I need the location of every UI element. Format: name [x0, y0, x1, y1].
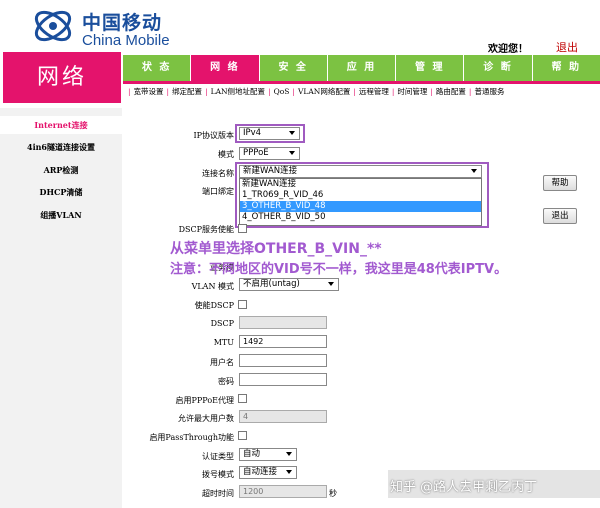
subnav-binding[interactable]: 绑定配置 — [172, 87, 202, 96]
dscp-label: DSCP — [210, 319, 234, 328]
passthrough-label: 启用PassThrough功能 — [149, 433, 234, 442]
dscp-service-checkbox[interactable] — [238, 224, 247, 233]
dial-mode-value: 自动连接 — [243, 467, 278, 477]
mtu-input[interactable]: 1492 — [239, 335, 327, 348]
annotation-line-2: 注意：不同地区的VID号不一样，我这里是48代表IPTV。 — [170, 262, 508, 277]
chevron-down-icon — [328, 282, 334, 286]
chevron-down-icon — [471, 169, 477, 173]
subnav-time[interactable]: 时间管理 — [397, 87, 427, 96]
dscp-service-label: DSCP服务使能 — [178, 225, 234, 234]
tab-management[interactable]: 管 理 — [396, 55, 465, 81]
vlan-mode-select[interactable]: 不启用(untag) — [239, 278, 339, 291]
help-button[interactable]: 帮助 — [543, 175, 577, 191]
subnav-broadband[interactable]: 宽带设置 — [134, 87, 164, 96]
annotation-line-1: 从菜单里选择OTHER_B_VIN_** — [170, 241, 382, 257]
conn-name-dropdown-list: 新建WAN连接 1_TR069_R_VID_46 3_OTHER_B_VID_4… — [239, 178, 482, 226]
main-nav: 状 态 网 络 安 全 应 用 管 理 诊 断 帮 助 — [123, 55, 600, 81]
chevron-down-icon — [289, 131, 295, 135]
port-bind-label: 端口绑定 — [202, 187, 234, 196]
subnav-lan-address[interactable]: LAN侧地址配置 — [211, 87, 265, 96]
timeout-unit: 秒 — [329, 489, 337, 498]
sidebar-item-4in6[interactable]: 4in6隧道连接设置 — [0, 139, 122, 155]
enable-dscp-checkbox[interactable] — [238, 300, 247, 309]
max-users-label: 允许最大用户数 — [178, 414, 234, 423]
conn-name-select[interactable]: 新建WAN连接 — [239, 165, 482, 178]
pppoe-proxy-label: 启用PPPoE代理 — [175, 396, 234, 405]
password-input[interactable] — [239, 373, 327, 386]
ip-version-select[interactable]: IPv4 — [239, 127, 300, 140]
max-users-input[interactable]: 4 — [239, 410, 327, 423]
auth-type-select[interactable]: 自动 — [239, 448, 297, 461]
subnav-remote[interactable]: 远程管理 — [359, 87, 389, 96]
tab-status[interactable]: 状 态 — [123, 55, 192, 81]
sidebar-item-multicast-vlan[interactable]: 组播VLAN — [0, 207, 122, 223]
dropdown-option-selected[interactable]: 3_OTHER_B_VID_48 — [240, 201, 481, 212]
timeout-input[interactable]: 1200 — [239, 485, 327, 498]
chevron-down-icon — [289, 151, 295, 155]
page-title: 网络 — [3, 52, 121, 103]
dropdown-option[interactable]: 1_TR069_R_VID_46 — [240, 190, 481, 201]
sidebar: Internet连接 4in6隧道连接设置 ARP检测 DHCP清储 组播VLA… — [0, 108, 122, 508]
ip-version-value: IPv4 — [243, 128, 262, 138]
auth-type-value: 自动 — [243, 449, 261, 459]
mode-value: PPPoE — [243, 148, 269, 158]
conn-name-label: 连接名称 — [202, 169, 234, 178]
chevron-down-icon — [286, 470, 292, 474]
pppoe-proxy-checkbox[interactable] — [238, 394, 247, 403]
sidebar-item-dhcp[interactable]: DHCP清储 — [0, 184, 122, 200]
nav-underline — [123, 81, 600, 84]
logout-link[interactable]: 退出 — [556, 39, 578, 55]
exit-button[interactable]: 退出 — [543, 208, 577, 224]
vlan-mode-label: VLAN 模式 — [191, 282, 234, 291]
auth-type-label: 认证类型 — [202, 452, 234, 461]
sidebar-item-internet[interactable]: Internet连接 — [0, 116, 122, 134]
vlan-mode-value: 不启用(untag) — [243, 279, 300, 289]
china-mobile-logo-icon — [34, 10, 72, 42]
mode-label: 模式 — [218, 150, 234, 159]
dropdown-option[interactable]: 4_OTHER_B_VID_50 — [240, 212, 481, 223]
dropdown-option[interactable]: 新建WAN连接 — [240, 179, 481, 190]
sub-nav: | 宽带设置 | 绑定配置 | LAN侧地址配置 | QoS | VLAN网络配置 | 远程管理 | 时间… — [128, 87, 505, 96]
mtu-label: MTU — [213, 338, 234, 347]
tab-diagnosis[interactable]: 诊 断 — [464, 55, 533, 81]
tab-network[interactable]: 网 络 — [191, 55, 260, 81]
enable-dscp-label: 使能DSCP — [194, 301, 234, 310]
timeout-label: 超时时间 — [202, 489, 234, 498]
dial-mode-select[interactable]: 自动连接 — [239, 466, 297, 479]
passthrough-checkbox[interactable] — [238, 431, 247, 440]
tab-security[interactable]: 安 全 — [260, 55, 328, 81]
subnav-qos[interactable]: QoS — [274, 87, 290, 96]
welcome-text: 欢迎您！ — [488, 44, 528, 55]
username-input[interactable] — [239, 354, 327, 367]
subnav-route[interactable]: 路由配置 — [436, 87, 466, 96]
chevron-down-icon — [286, 452, 292, 456]
ip-version-label: IP协议版本 — [193, 131, 234, 140]
username-label: 用户名 — [210, 358, 234, 367]
watermark: 知乎 @路人去甲剩乙丙丁 — [390, 480, 538, 495]
brand-logo: 中国移动 China Mobile — [30, 6, 230, 50]
brand-name-cn: 中国移动 — [82, 12, 163, 34]
sidebar-item-arp[interactable]: ARP检测 — [0, 162, 122, 178]
mode-select[interactable]: PPPoE — [239, 147, 300, 160]
password-label: 密码 — [218, 377, 234, 386]
brand-name-en: China Mobile — [82, 32, 170, 49]
subnav-vlan[interactable]: VLAN网络配置 — [298, 87, 350, 96]
tab-application[interactable]: 应 用 — [328, 55, 397, 81]
dscp-input[interactable] — [239, 316, 327, 329]
conn-name-value: 新建WAN连接 — [243, 166, 298, 176]
subnav-common-service[interactable]: 普通服务 — [474, 87, 504, 96]
dial-mode-label: 拨号模式 — [202, 470, 234, 479]
tab-help[interactable]: 帮 助 — [533, 55, 600, 81]
